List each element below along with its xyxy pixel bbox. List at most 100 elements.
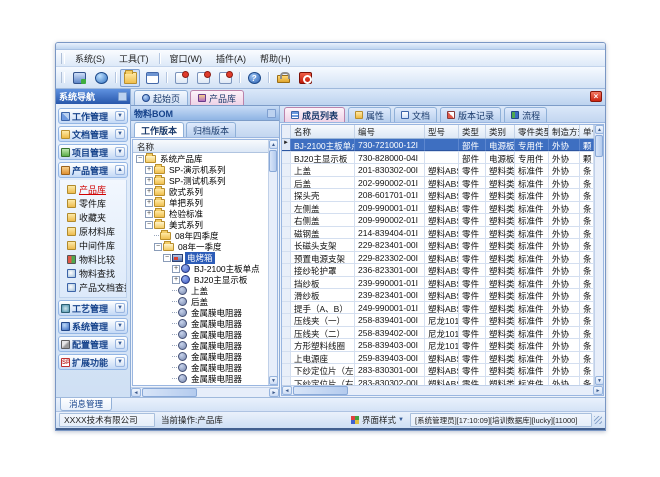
tree-item[interactable]: +欧式系列 bbox=[133, 186, 268, 197]
chevron-down-icon[interactable]: ▼ bbox=[115, 357, 125, 367]
expand-plus-icon[interactable]: + bbox=[145, 210, 153, 218]
table-row[interactable]: 磁钢盖214-839404-01I塑料ABS零件塑料类标准件外协条 bbox=[282, 227, 594, 240]
sidebar-item-产品库[interactable]: 产品库 bbox=[63, 182, 126, 196]
collapse-minus-icon[interactable]: − bbox=[136, 155, 144, 163]
table-row[interactable]: 右侧盖209-990002-01I塑料ABS零件塑料类标准件外协条 bbox=[282, 214, 594, 227]
chevron-down-icon[interactable]: ▼ bbox=[115, 129, 125, 139]
table-row[interactable]: BJ20主显示板730-828000-04I部件电源板专用件外协颗 bbox=[282, 152, 594, 165]
table-row[interactable]: 下纱定位片（右）283-830302-00I塑料ABS零件塑料类标准件外协条 bbox=[282, 377, 594, 386]
expand-plus-icon[interactable]: + bbox=[172, 265, 180, 273]
version-tab-工作版本[interactable]: 工作版本 bbox=[134, 122, 184, 137]
table-row[interactable]: 提手（A、B）249-990001-01I塑料ABS零件塑料类标准件外协条 bbox=[282, 302, 594, 315]
sidebar-item-零件库[interactable]: 零件库 bbox=[63, 196, 126, 210]
globe-button[interactable] bbox=[91, 69, 111, 87]
sidebar-item-物料比较[interactable]: 物料比较 bbox=[63, 252, 126, 266]
page-button[interactable] bbox=[215, 69, 235, 87]
table-row[interactable]: 长磁头支架229-823401-00I塑料ABS零件塑料类标准件外协条 bbox=[282, 239, 594, 252]
column-header[interactable]: 名称 bbox=[291, 125, 355, 138]
doc-tab-起始页[interactable]: 起始页 bbox=[134, 90, 188, 105]
detail-tab-文档[interactable]: 文档 bbox=[394, 107, 437, 122]
tree-item[interactable]: 金属膜电阻器 bbox=[133, 340, 268, 351]
doc-tab-产品库[interactable]: 产品库 bbox=[190, 90, 244, 105]
column-header[interactable]: 编号 bbox=[355, 125, 425, 138]
page-button[interactable] bbox=[171, 69, 191, 87]
table-scroll-thumb[interactable] bbox=[595, 135, 603, 157]
table-row[interactable]: 左侧盖209-990001-01I塑料ABS零件塑料类标准件外协条 bbox=[282, 202, 594, 215]
version-tab-归档版本[interactable]: 归档版本 bbox=[186, 122, 236, 137]
expand-plus-icon[interactable]: + bbox=[145, 199, 153, 207]
sidebar-group-header[interactable]: 文档管理▼ bbox=[58, 126, 128, 142]
sidebar-group-header[interactable]: 工艺管理▼ bbox=[58, 300, 128, 316]
scroll-right-icon[interactable]: ► bbox=[593, 386, 603, 395]
menu-item[interactable]: 帮助(H) bbox=[253, 50, 298, 67]
column-header[interactable]: 型号 bbox=[425, 125, 459, 138]
sidebar-item-产品文档查找[interactable]: 产品文档查找 bbox=[63, 280, 126, 294]
table-vertical-scrollbar[interactable]: ▲ ▼ bbox=[594, 125, 603, 385]
table-row[interactable]: 探头壳208-601701-01I塑料ABS零件塑料类标准件外协条 bbox=[282, 189, 594, 202]
tree-item[interactable]: 金属膜电阻器 bbox=[133, 373, 268, 384]
column-header[interactable]: 类型 bbox=[459, 125, 486, 138]
table-row[interactable]: 上盖201-830302-00I塑料ABS零件塑料类标准件外协条 bbox=[282, 164, 594, 177]
detail-tab-成员列表[interactable]: 成员列表 bbox=[284, 107, 345, 122]
sidebar-group-header[interactable]: 项目管理▼ bbox=[58, 144, 128, 160]
sidebar-item-原材料库[interactable]: 原材料库 bbox=[63, 224, 126, 238]
chevron-down-icon[interactable]: ▼ bbox=[115, 111, 125, 121]
tree-item[interactable]: 08年四季度 bbox=[133, 230, 268, 241]
table-horizontal-scrollbar[interactable]: ◄ ► bbox=[282, 385, 603, 395]
tree-item[interactable]: −电烤箱 bbox=[133, 252, 268, 263]
detail-tab-属性[interactable]: 属性 bbox=[348, 107, 391, 122]
tree-item[interactable]: +BJ20主显示板 bbox=[133, 274, 268, 285]
sidebar-group-header[interactable]: 配置管理▼ bbox=[58, 336, 128, 352]
collapse-minus-icon[interactable]: − bbox=[145, 221, 153, 229]
table-row[interactable]: 下纱定位片（左）283-830301-00I塑料ABS零件塑料类标准件外协条 bbox=[282, 364, 594, 377]
sidebar-group-header[interactable]: 工作管理▼ bbox=[58, 108, 128, 124]
tree-item[interactable]: −美式系列 bbox=[133, 219, 268, 230]
column-header[interactable]: 零件类型 bbox=[515, 125, 549, 138]
scroll-left-icon[interactable]: ◄ bbox=[131, 388, 141, 397]
table-row[interactable]: 预置电源支架229-823302-00I塑料ABS零件塑料类标准件外协条 bbox=[282, 252, 594, 265]
chevron-down-icon[interactable]: ▼ bbox=[115, 321, 125, 331]
help-button[interactable]: ? bbox=[244, 69, 264, 87]
expand-plus-icon[interactable]: + bbox=[145, 177, 153, 185]
table-row[interactable]: 上电源座259-839403-00I塑料ABS零件塑料类标准件外协条 bbox=[282, 352, 594, 365]
scroll-up-icon[interactable]: ▲ bbox=[595, 125, 604, 134]
table-row[interactable]: 压线夹（一）258-839401-00I尼龙1010零件塑料类标准件外协条 bbox=[282, 314, 594, 327]
table-row[interactable]: 挡纱板239-990001-01I塑料ABS零件塑料类标准件外协条 bbox=[282, 277, 594, 290]
scroll-right-icon[interactable]: ► bbox=[269, 388, 279, 397]
tree-hscroll-thumb[interactable] bbox=[142, 388, 197, 397]
chevron-down-icon[interactable]: ▼ bbox=[115, 147, 125, 157]
sidebar-item-收藏夹[interactable]: 收藏夹 bbox=[63, 210, 126, 224]
collapse-minus-icon[interactable]: − bbox=[163, 254, 171, 262]
tree-item[interactable]: 金属膜电阻器 bbox=[133, 362, 268, 373]
window-button[interactable] bbox=[142, 69, 162, 87]
collapse-minus-icon[interactable]: − bbox=[154, 243, 162, 251]
message-panel-tab[interactable]: 消息管理 bbox=[60, 398, 112, 411]
sidebar-group-header[interactable]: 系统管理▼ bbox=[58, 318, 128, 334]
tree-item[interactable]: 金属膜电阻器 bbox=[133, 351, 268, 362]
tree-item[interactable]: −系统产品库 bbox=[133, 153, 268, 164]
sidebar-item-物料查找[interactable]: 物料查找 bbox=[63, 266, 126, 280]
tree-item[interactable]: 上盖 bbox=[133, 285, 268, 296]
panel-pin-icon[interactable] bbox=[267, 109, 276, 118]
scroll-down-icon[interactable]: ▼ bbox=[269, 376, 278, 385]
table-row[interactable]: 压线夹（二）258-839402-00I尼龙1010零件塑料类标准件外协条 bbox=[282, 327, 594, 340]
resize-grip[interactable] bbox=[594, 416, 602, 424]
tree-item[interactable]: +SP-测试机系列 bbox=[133, 175, 268, 186]
tree-item[interactable]: +SP-演示机系列 bbox=[133, 164, 268, 175]
tree-item[interactable]: 金属膜电阻器 bbox=[133, 307, 268, 318]
tree-item[interactable]: +BJ-2100主板单点 bbox=[133, 263, 268, 274]
tree-item[interactable]: 独石电容器 bbox=[133, 384, 268, 385]
tree-item[interactable]: +检验标准 bbox=[133, 208, 268, 219]
tree-vertical-scrollbar[interactable]: ▲ ▼ bbox=[268, 140, 277, 385]
tree-column-header[interactable]: 名称 bbox=[133, 140, 268, 153]
expand-plus-icon[interactable]: + bbox=[145, 188, 153, 196]
ui-style-button[interactable]: 界面样式 ▼ bbox=[348, 413, 407, 427]
table-row[interactable]: 滑纱板239-823401-00I塑料ABS零件塑料类标准件外协条 bbox=[282, 289, 594, 302]
expand-plus-icon[interactable]: + bbox=[145, 166, 153, 174]
table-row[interactable]: 方形塑料线圈258-839403-00I尼龙1010零件塑料类标准件外协条 bbox=[282, 339, 594, 352]
tree-item[interactable]: −08年一季度 bbox=[133, 241, 268, 252]
tree-item[interactable]: 金属膜电阻器 bbox=[133, 318, 268, 329]
tree-item[interactable]: 后盖 bbox=[133, 296, 268, 307]
scroll-left-icon[interactable]: ◄ bbox=[282, 386, 292, 395]
detail-tab-版本记录[interactable]: 版本记录 bbox=[440, 107, 501, 122]
